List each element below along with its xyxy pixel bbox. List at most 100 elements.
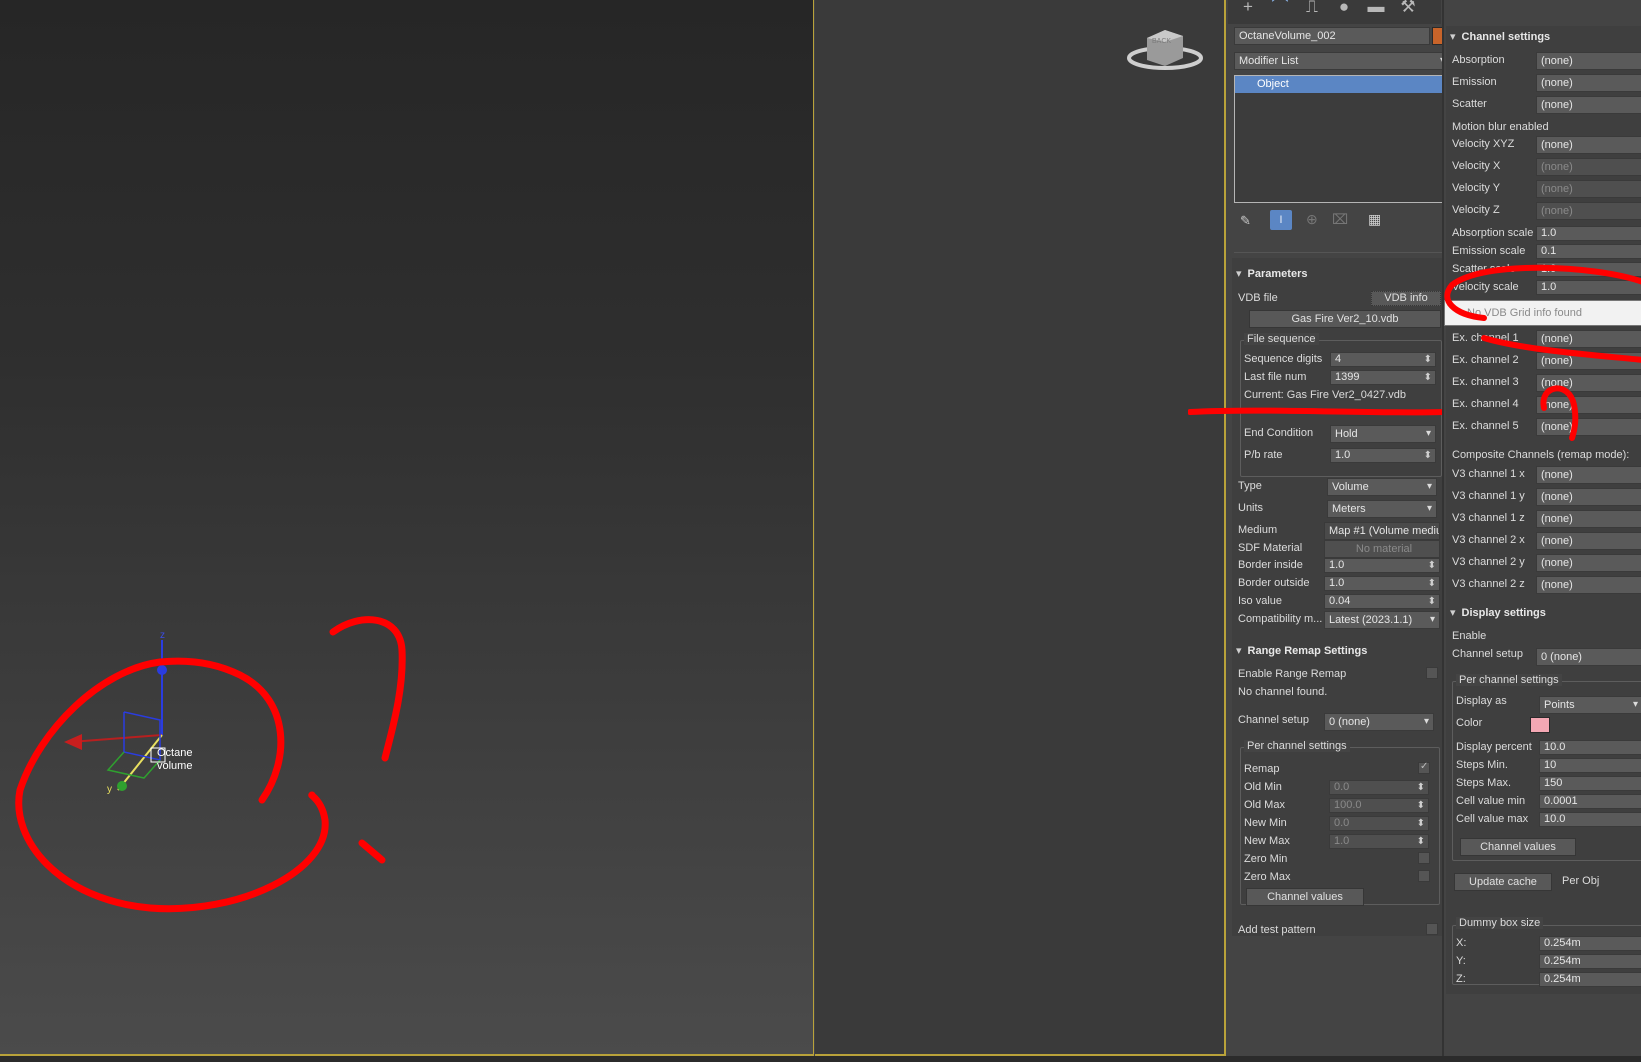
y-axis-handle — [117, 781, 127, 791]
cell-value-min-input[interactable]: 0.0001 — [1539, 794, 1641, 809]
emission-scale-label: Emission scale — [1452, 245, 1526, 257]
remap-checkbox[interactable] — [1418, 761, 1430, 774]
absorption-scale-input[interactable]: 1.0 — [1536, 226, 1641, 241]
zero-max-label: Zero Max — [1244, 871, 1291, 883]
v3-channel-row-label: V3 channel 2 x — [1452, 534, 1525, 546]
v3-channel-row-map-button[interactable]: (none) — [1536, 488, 1641, 506]
steps-max-label: Steps Max. — [1456, 777, 1512, 789]
remove-modifier-icon[interactable]: ⌧ — [1332, 211, 1348, 228]
v3-channel-row-map-button[interactable]: (none) — [1536, 576, 1641, 594]
display-as-dropdown[interactable]: Points — [1539, 696, 1641, 714]
remap-channel-setup-label: Channel setup — [1238, 714, 1309, 726]
zero-max-checkbox[interactable] — [1418, 870, 1430, 882]
old-min-label: Old Min — [1244, 781, 1282, 793]
v3-channel-row-label: V3 channel 2 y — [1452, 556, 1525, 568]
zero-min-checkbox[interactable] — [1418, 852, 1430, 864]
old-min-input[interactable]: 0.0 — [1329, 780, 1429, 795]
units-dropdown[interactable]: Meters — [1327, 500, 1437, 518]
steps-max-input[interactable]: 150 — [1539, 776, 1641, 791]
velocity-row-label: Velocity XYZ — [1452, 138, 1515, 150]
perspective-viewport[interactable]: Octane volume z y — [0, 0, 814, 1056]
type-dropdown[interactable]: Volume — [1327, 478, 1437, 496]
range-remap-header[interactable]: Range Remap Settings — [1236, 644, 1368, 662]
channel-row-map-button[interactable]: (none) — [1536, 74, 1641, 92]
channel-settings-header[interactable]: Channel settings — [1450, 30, 1551, 48]
channel-row-map-button[interactable]: (none) — [1536, 52, 1641, 70]
hierarchy-tab-icon[interactable]: ⎍ — [1298, 0, 1326, 18]
channel-row-map-button[interactable]: (none) — [1536, 96, 1641, 114]
dummy-z-input[interactable]: 0.254m — [1539, 972, 1641, 987]
remap-channel-values-button[interactable]: Channel values — [1246, 888, 1364, 906]
dummy-y-input[interactable]: 0.254m — [1539, 954, 1641, 969]
x-axis-arrow — [64, 734, 82, 750]
vdb-file-button[interactable]: Gas Fire Ver2_10.vdb — [1249, 310, 1441, 328]
display-channel-values-button[interactable]: Channel values — [1460, 838, 1576, 856]
update-cache-button[interactable]: Update cache — [1454, 873, 1552, 891]
enable-range-remap-checkbox[interactable] — [1426, 667, 1438, 679]
vdb-info-button[interactable]: VDB info — [1371, 291, 1441, 306]
parameters-header[interactable]: Parameters — [1236, 267, 1308, 285]
display-percent-input[interactable]: 10.0 — [1539, 740, 1641, 755]
motion-tab-icon[interactable]: ● — [1330, 0, 1358, 18]
configure-sets-icon[interactable]: ▦ — [1368, 211, 1381, 228]
volume-label: Octane volume — [157, 747, 193, 772]
v3-channel-row-map-button[interactable]: (none) — [1536, 554, 1641, 572]
end-condition-dropdown[interactable]: Hold — [1330, 425, 1436, 443]
velocity-row-map-button[interactable]: (none) — [1536, 180, 1641, 198]
velocity-row-map-button[interactable]: (none) — [1536, 202, 1641, 220]
v3-channel-row-map-button[interactable]: (none) — [1536, 510, 1641, 528]
sdf-material-button[interactable]: No material — [1324, 540, 1440, 558]
utilities-tab-icon[interactable]: ⚒ — [1394, 0, 1422, 18]
new-min-label: New Min — [1244, 817, 1287, 829]
display-settings-header[interactable]: Display settings — [1450, 606, 1546, 624]
pb-rate-input[interactable]: 1.0 — [1330, 448, 1436, 463]
border-outside-input[interactable]: 1.0 — [1324, 576, 1440, 591]
show-end-result-icon[interactable]: ⏽ — [1270, 210, 1292, 230]
secondary-viewport[interactable]: BACK — [815, 0, 1226, 1056]
make-unique-icon[interactable]: ⊕ — [1306, 211, 1318, 228]
dummy-x-input[interactable]: 0.254m — [1539, 936, 1641, 951]
display-tab-icon[interactable]: ▬ — [1362, 0, 1390, 18]
last-file-num-input[interactable]: 1399 — [1330, 370, 1436, 385]
sequence-digits-input[interactable]: 4 — [1330, 352, 1436, 367]
dummy-z-label: Z: — [1456, 973, 1466, 985]
border-inside-input[interactable]: 1.0 — [1324, 558, 1440, 573]
velocity-row-map-button[interactable]: (none) — [1536, 136, 1641, 154]
pin-stack-icon[interactable]: ✎ — [1240, 213, 1251, 229]
emission-scale-input[interactable]: 0.1 — [1536, 244, 1641, 259]
remap-label: Remap — [1244, 763, 1280, 775]
cell-value-min-label: Cell value min — [1456, 795, 1526, 807]
old-max-input[interactable]: 100.0 — [1329, 798, 1429, 813]
new-min-input[interactable]: 0.0 — [1329, 816, 1429, 831]
modifier-stack[interactable]: Object — [1234, 75, 1450, 203]
display-color-swatch[interactable] — [1530, 717, 1550, 733]
add-test-pattern-checkbox[interactable] — [1426, 923, 1438, 935]
viewcube-icon[interactable] — [1125, 20, 1205, 75]
object-name-field[interactable]: OctaneVolume_002 — [1234, 27, 1430, 45]
dummy-y-label: Y: — [1456, 955, 1466, 967]
motion-blur-label: Motion blur enabled — [1452, 121, 1549, 133]
x-axis-line — [69, 734, 163, 743]
remap-channel-setup-dropdown[interactable]: 0 (none) — [1324, 713, 1434, 731]
iso-value-input[interactable]: 0.04 — [1324, 594, 1440, 609]
display-channel-setup-dropdown[interactable]: 0 (none) — [1536, 648, 1641, 666]
v3-channel-row-map-button[interactable]: (none) — [1536, 466, 1641, 484]
cell-value-max-input[interactable]: 10.0 — [1539, 812, 1641, 827]
sdf-material-label: SDF Material — [1238, 542, 1303, 554]
create-tab-icon[interactable]: + — [1234, 0, 1262, 18]
stack-item-object[interactable]: Object — [1235, 76, 1449, 93]
medium-map-button[interactable]: Map #1 (Volume mediu — [1324, 522, 1440, 540]
modifier-list-dropdown[interactable]: Modifier List — [1234, 52, 1450, 70]
v3-channel-row-map-button[interactable]: (none) — [1536, 532, 1641, 550]
new-max-input[interactable]: 1.0 — [1329, 834, 1429, 849]
enable-range-remap-label: Enable Range Remap — [1238, 668, 1347, 680]
modify-tab-icon[interactable]: ⌒ — [1266, 0, 1294, 18]
cell-value-max-label: Cell value max — [1456, 813, 1529, 825]
type-label: Type — [1238, 480, 1262, 492]
steps-min-input[interactable]: 10 — [1539, 758, 1641, 773]
velocity-row-map-button[interactable]: (none) — [1536, 158, 1641, 176]
iso-value-label: Iso value — [1238, 595, 1283, 607]
compatibility-dropdown[interactable]: Latest (2023.1.1) — [1324, 611, 1440, 629]
z-axis-label: z — [160, 630, 165, 641]
last-file-num-label: Last file num — [1244, 371, 1307, 383]
